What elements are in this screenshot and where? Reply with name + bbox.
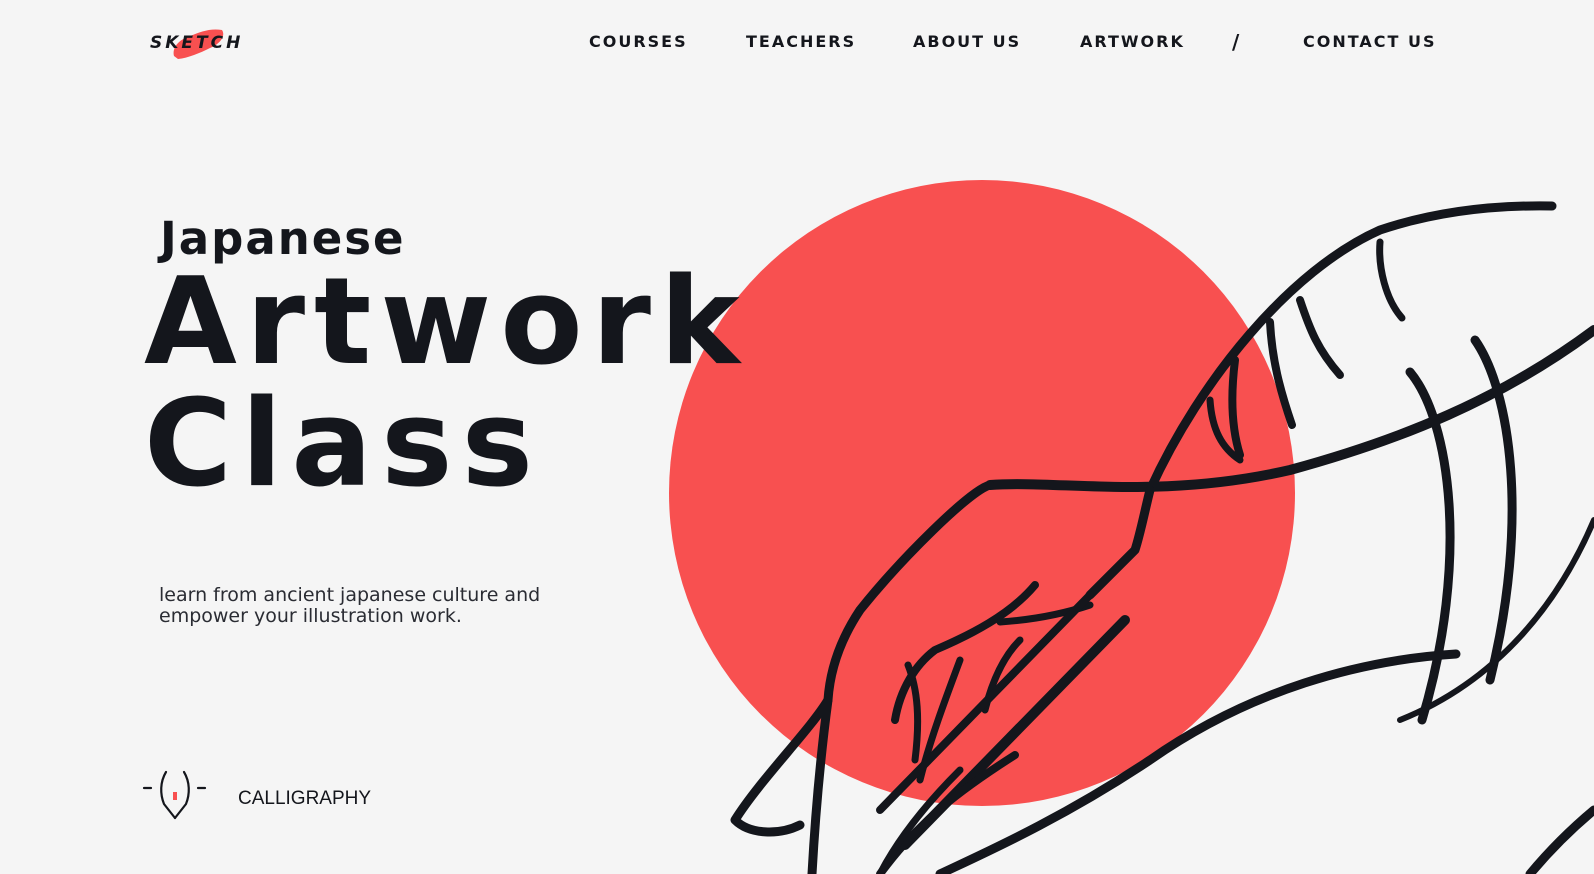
- nav-contact-us[interactable]: CONTACT US: [1303, 30, 1437, 54]
- hero-title-line2: Class: [144, 375, 543, 514]
- nav-separator: /: [1232, 30, 1240, 54]
- main-nav: COURSES TEACHERS ABOUT US ARTWORK / CONT…: [0, 30, 1594, 54]
- feature-calligraphy[interactable]: CALLIGRAPHY: [142, 768, 402, 828]
- nav-about-us[interactable]: ABOUT US: [913, 30, 1021, 54]
- nav-teachers[interactable]: TEACHERS: [746, 30, 856, 54]
- nav-courses[interactable]: COURSES: [589, 30, 688, 54]
- hero-title: Artwork Class: [144, 262, 749, 506]
- red-sun-circle: [669, 180, 1295, 806]
- feature-label: CALLIGRAPHY: [238, 788, 372, 809]
- hero-description: learn from ancient japanese culture and …: [159, 584, 541, 627]
- pen-nib-icon: [142, 770, 207, 820]
- nav-artwork[interactable]: ARTWORK: [1080, 30, 1185, 54]
- hero-title-line1: Artwork: [144, 253, 749, 392]
